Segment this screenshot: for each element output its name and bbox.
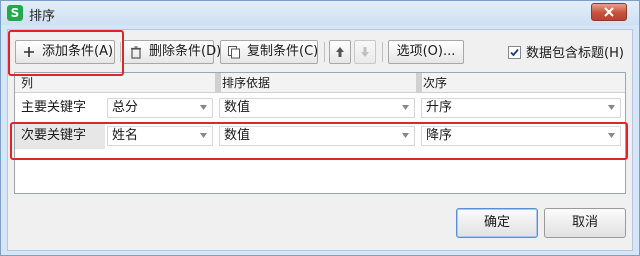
toolbar-divider — [120, 42, 121, 62]
basis-select[interactable]: 数值 — [219, 98, 415, 118]
plus-icon — [24, 47, 34, 57]
copy-icon — [228, 46, 240, 59]
copy-condition-button[interactable]: 复制条件(C) — [220, 40, 318, 64]
column-select-value: 姓名 — [112, 128, 139, 143]
has-header-label: 数据包含标题(H) — [526, 46, 624, 61]
sort-row-secondary[interactable]: 次要关键字 姓名 数值 降序 — [15, 123, 625, 149]
arrow-up-icon — [336, 47, 344, 57]
basis-header: 排序依据 — [222, 76, 271, 90]
cancel-button[interactable]: 取消 — [544, 208, 626, 238]
trash-icon — [131, 46, 141, 59]
add-condition-button[interactable]: 添加条件(A) — [15, 40, 115, 64]
move-up-button[interactable] — [329, 40, 351, 64]
add-condition-label: 添加条件(A) — [42, 44, 114, 59]
dialog-body: 添加条件(A) 删除条件(D) 复制条件(C) 选项(O)... 数据包含标题(… — [7, 29, 633, 251]
grid-header: 列 排序依据 次序 — [15, 73, 625, 93]
toolbar-divider — [382, 42, 383, 62]
column-select[interactable]: 总分 — [107, 98, 213, 118]
copy-condition-label: 复制条件(C) — [247, 44, 319, 59]
title-bar: S 排序 — [1, 1, 639, 25]
column-select[interactable]: 姓名 — [107, 126, 213, 146]
delete-condition-button[interactable]: 删除条件(D) — [122, 40, 221, 64]
has-header-option[interactable]: 数据包含标题(H) — [508, 42, 624, 62]
chevron-down-icon — [608, 105, 615, 110]
order-select[interactable]: 降序 — [421, 126, 621, 146]
toolbar-divider — [324, 42, 325, 62]
has-header-checkbox[interactable] — [508, 46, 521, 59]
row-key-label: 主要关键字 — [21, 100, 87, 115]
order-header: 次序 — [423, 76, 448, 90]
app-icon: S — [7, 5, 23, 21]
checkmark-icon — [510, 48, 519, 57]
row-key-label: 次要关键字 — [15, 123, 105, 149]
toolbar: 添加条件(A) 删除条件(D) 复制条件(C) 选项(O)... 数据包含标题(… — [8, 30, 634, 72]
column-select-value: 总分 — [112, 100, 139, 115]
order-select[interactable]: 升序 — [421, 98, 621, 118]
dialog-title: 排序 — [29, 9, 56, 24]
close-icon — [604, 7, 614, 17]
chevron-down-icon — [402, 105, 409, 110]
chevron-down-icon — [200, 133, 207, 138]
ok-button[interactable]: 确定 — [456, 208, 538, 238]
close-button[interactable] — [591, 3, 627, 21]
move-down-button[interactable] — [354, 40, 376, 64]
basis-select-value: 数值 — [224, 100, 251, 115]
order-select-value: 降序 — [426, 128, 453, 143]
options-button[interactable]: 选项(O)... — [388, 40, 464, 64]
arrow-down-icon — [361, 47, 369, 57]
chevron-down-icon — [200, 105, 207, 110]
sort-row-primary[interactable]: 主要关键字 总分 数值 升序 — [15, 95, 625, 121]
chevron-down-icon — [608, 133, 615, 138]
column-header: 列 — [21, 76, 34, 90]
sort-conditions-grid: 列 排序依据 次序 主要关键字 总分 数值 升序 次要关键字 姓名 数值 降序 — [14, 72, 626, 194]
chevron-down-icon — [402, 133, 409, 138]
basis-select[interactable]: 数值 — [219, 126, 415, 146]
order-select-value: 升序 — [426, 100, 453, 115]
sort-dialog: S 排序 添加条件(A) 删除条件(D) 复制条件(C) 选项(O)... 数据… — [0, 0, 640, 256]
delete-condition-label: 删除条件(D) — [149, 44, 222, 59]
basis-select-value: 数值 — [224, 128, 251, 143]
